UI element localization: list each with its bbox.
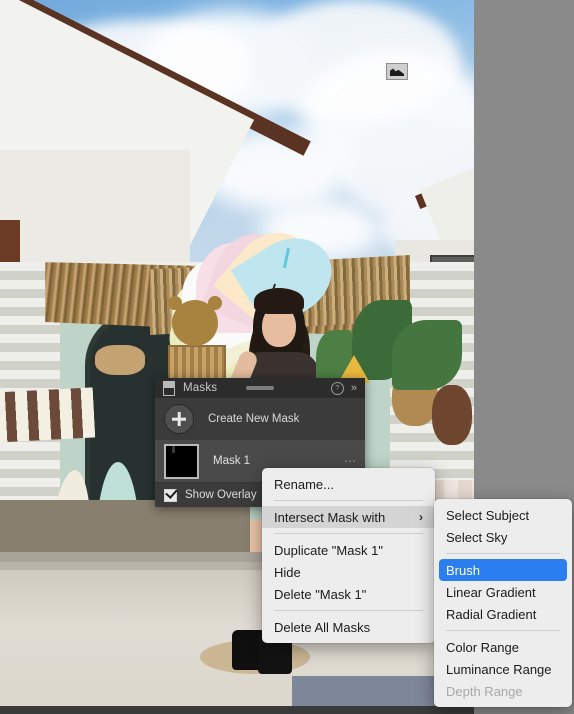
menu-item-label: Luminance Range <box>446 661 552 677</box>
show-overlay-label: Show Overlay <box>185 489 257 501</box>
menu-item-duplicate-mask[interactable]: Duplicate "Mask 1" <box>262 539 435 561</box>
gravel-strip <box>0 500 250 558</box>
help-circle-icon[interactable]: ? <box>330 381 344 395</box>
create-new-mask-button[interactable]: Create New Mask <box>155 398 365 440</box>
menu-item-label: Select Sky <box>446 529 508 545</box>
striped-awning <box>0 387 96 443</box>
submenu-item-select-subject[interactable]: Select Subject <box>434 504 572 526</box>
mask-name-label: Mask 1 <box>213 455 251 467</box>
photo-badge-icon <box>386 63 408 80</box>
submenu-item-depth-range: Depth Range <box>434 680 572 702</box>
menu-item-label: Duplicate "Mask 1" <box>274 542 383 558</box>
menu-item-label: Hide <box>274 564 301 580</box>
menu-item-label: Intersect Mask with <box>274 509 386 525</box>
submenu-item-color-range[interactable]: Color Range <box>434 636 572 658</box>
menu-separator <box>446 553 560 554</box>
menu-separator <box>446 630 560 631</box>
menu-separator <box>274 610 423 611</box>
menu-item-label: Rename... <box>274 476 334 492</box>
menu-item-label: Depth Range <box>446 683 523 699</box>
drag-grip-icon[interactable] <box>246 386 274 390</box>
teddy-bear <box>432 385 472 445</box>
menu-item-label: Linear Gradient <box>446 584 536 600</box>
menu-item-delete-all-masks[interactable]: Delete All Masks <box>262 616 435 638</box>
intersect-mask-submenu[interactable]: Select Subject Select Sky Brush Linear G… <box>434 499 572 707</box>
menu-item-label: Select Subject <box>446 507 530 523</box>
create-new-mask-label: Create New Mask <box>208 413 300 425</box>
teddy-bear-ear <box>208 296 222 310</box>
mask-context-menu[interactable]: Rename... Intersect Mask with › Duplicat… <box>262 468 435 643</box>
menu-item-label: Brush <box>446 562 480 578</box>
double-chevron-right-icon[interactable]: » <box>351 382 357 394</box>
chevron-right-icon: › <box>419 510 423 524</box>
teddy-bear <box>95 345 145 375</box>
menu-item-intersect-mask-with[interactable]: Intersect Mask with › <box>262 506 435 528</box>
menu-item-label: Delete All Masks <box>274 619 371 635</box>
panel-toggle-icon[interactable] <box>163 380 175 396</box>
potted-plant <box>392 320 462 390</box>
masks-panel-header[interactable]: Masks ? » <box>155 378 365 398</box>
show-overlay-checkbox[interactable] <box>164 488 177 502</box>
submenu-item-select-sky[interactable]: Select Sky <box>434 526 572 548</box>
menu-separator <box>274 533 423 534</box>
menu-item-hide[interactable]: Hide <box>262 561 435 583</box>
menu-item-delete-mask[interactable]: Delete "Mask 1" <box>262 583 435 605</box>
submenu-item-linear-gradient[interactable]: Linear Gradient <box>434 581 572 603</box>
submenu-item-luminance-range[interactable]: Luminance Range <box>434 658 572 680</box>
mask-thumbnail[interactable] <box>164 443 199 479</box>
plus-icon[interactable] <box>164 404 194 434</box>
menu-item-rename[interactable]: Rename... <box>262 473 435 495</box>
person-hair-front <box>254 288 304 314</box>
menu-item-label: Color Range <box>446 639 519 655</box>
submenu-item-brush[interactable]: Brush <box>439 559 567 581</box>
menu-separator <box>274 500 423 501</box>
submenu-item-radial-gradient[interactable]: Radial Gradient <box>434 603 572 625</box>
ellipsis-icon[interactable]: ⋯ <box>344 454 356 468</box>
canvas-bottom-bar <box>0 706 474 714</box>
teddy-bear-ear <box>168 296 182 310</box>
panel-title: Masks <box>183 382 218 394</box>
menu-item-label: Delete "Mask 1" <box>274 586 367 602</box>
menu-item-label: Radial Gradient <box>446 606 537 622</box>
